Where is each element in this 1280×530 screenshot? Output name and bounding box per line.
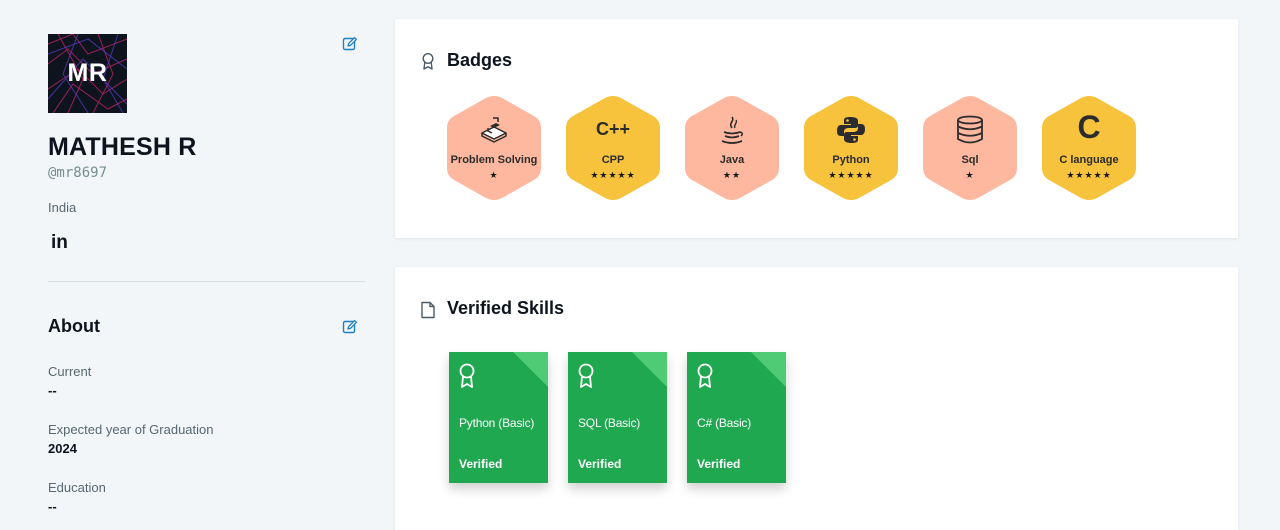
edit-about-icon[interactable] (342, 319, 358, 335)
c-language-icon: C (1077, 109, 1101, 145)
badge-name: CPP (601, 154, 625, 166)
profile-username: @mr8697 (48, 165, 108, 181)
certificate-status: Verified (459, 457, 503, 471)
badge-stars: ★★ (722, 170, 742, 180)
badges-card: Badges Problem Solving ★ C++ CPP ★★★★★ J… (395, 19, 1238, 238)
cpp-icon: C++ (595, 119, 631, 139)
badge-problem-solving[interactable]: Problem Solving ★ (444, 93, 544, 203)
certificate-corner (632, 352, 667, 387)
python-icon (801, 115, 901, 145)
badge-name: C language (1059, 154, 1119, 166)
badge-stars: ★★★★★ (1066, 170, 1112, 180)
badge-name: Python (832, 154, 870, 166)
current-value: -- (48, 383, 57, 398)
divider (48, 281, 365, 282)
database-icon (920, 115, 1020, 145)
current-label: Current (48, 364, 92, 379)
ribbon-icon (696, 363, 714, 394)
edit-profile-icon[interactable] (342, 36, 358, 52)
profile-country: India (48, 200, 77, 215)
education-value: -- (48, 499, 57, 514)
badge-name: Problem Solving (450, 154, 538, 166)
certificate-name: SQL (Basic) (578, 416, 641, 430)
badge-stars: ★ (965, 170, 975, 180)
badge-stars: ★★★★★ (590, 170, 636, 180)
ribbon-icon (458, 363, 476, 394)
badge-cpp[interactable]: C++ CPP ★★★★★ (563, 93, 663, 203)
badge-python[interactable]: Python ★★★★★ (801, 93, 901, 203)
ribbon-icon (577, 363, 595, 394)
graduation-year-value: 2024 (48, 441, 77, 456)
badge-stars: ★ (489, 170, 499, 180)
about-title: About (48, 316, 100, 336)
certificate-corner (513, 352, 548, 387)
certificate-name: C# (Basic) (697, 416, 752, 430)
badge-stars: ★★★★★ (828, 170, 874, 180)
certificate-status: Verified (697, 457, 741, 471)
graduation-year-label: Expected year of Graduation (48, 422, 214, 437)
avatar-initials: MR (67, 59, 108, 87)
certificate-name: Python (Basic) (459, 416, 535, 430)
linkedin-link[interactable]: in (51, 232, 68, 254)
java-icon (682, 115, 782, 147)
badge-c-language[interactable]: C C language ★★★★★ (1039, 93, 1139, 203)
education-label: Education (48, 480, 106, 495)
badge-name: Sql (961, 154, 979, 166)
certificate-corner (751, 352, 786, 387)
certificate-python-basic[interactable]: Python (Basic) Verified (449, 352, 548, 483)
profile-name: MATHESH R (48, 133, 197, 161)
document-icon (420, 301, 436, 324)
certificate-sql-basic[interactable]: SQL (Basic) Verified (568, 352, 667, 483)
certificate-status: Verified (578, 457, 622, 471)
verified-skills-title: Verified Skills (447, 298, 565, 318)
badge-sql[interactable]: Sql ★ (920, 93, 1020, 203)
avatar: MR (48, 34, 127, 113)
verified-skills-card: Verified Skills Python (Basic) Verified … (395, 267, 1238, 530)
problem-solving-icon (444, 115, 544, 145)
badge-java[interactable]: Java ★★ (682, 93, 782, 203)
badge-name: Java (719, 154, 745, 166)
certificate-csharp-basic[interactable]: C# (Basic) Verified (687, 352, 786, 483)
badges-title: Badges (447, 50, 513, 70)
ribbon-icon (420, 52, 436, 75)
